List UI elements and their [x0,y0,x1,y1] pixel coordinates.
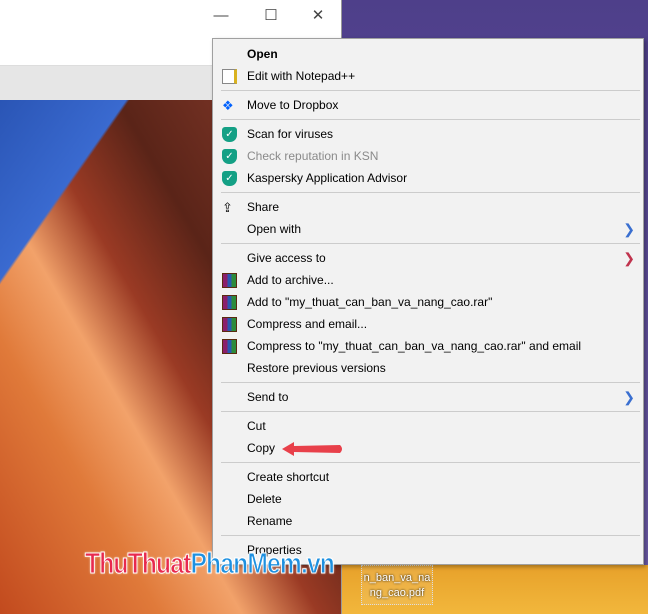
menu-item-label: Delete [247,492,282,506]
watermark-logo: ThuThuatPhanMem.vn [85,548,336,581]
menu-separator [221,192,640,193]
menu-separator [221,119,640,120]
menu-item-label: Share [247,200,280,214]
menu-item-create-shortcut[interactable]: Create shortcut [213,466,643,488]
menu-item-label: Check reputation in KSN [247,149,379,163]
menu-item-delete[interactable]: Delete [213,488,643,510]
context-menu: Open Edit with Notepad++ ❖ Move to Dropbox ✓… [212,38,644,565]
menu-item-add-to-archive[interactable]: Add to archive... [213,269,643,291]
menu-item-label: Create shortcut [247,470,330,484]
desktop-file-icon[interactable]: n_ban_va_na ng_cao.pdf [361,565,433,605]
minimize-button[interactable]: — [206,4,236,28]
menu-item-label: Kaspersky Application Advisor [247,171,408,185]
menu-item-rename[interactable]: Rename [213,510,643,532]
menu-item-share[interactable]: ⇪ Share [213,196,643,218]
chevron-right-icon: ❯ [623,221,635,237]
menu-item-open-with[interactable]: Open with ❯ [213,218,643,240]
menu-item-label: Compress and email... [247,317,368,331]
menu-item-open[interactable]: Open [213,43,643,65]
menu-item-label: Send to [247,390,289,404]
watermark-part1: ThuThuat [85,548,192,581]
watermark-part3: .vn [300,548,336,581]
menu-item-copy[interactable]: Copy [213,437,643,459]
menu-item-label: Edit with Notepad++ [247,69,356,83]
menu-item-check-reputation-in-ksn[interactable]: ✓ Check reputation in KSN [213,145,643,167]
close-button[interactable]: ✕ [303,4,333,28]
menu-item-send-to[interactable]: Send to ❯ [213,386,643,408]
kaspersky-shield-icon: ✓ [222,127,237,142]
file-name-line2: ng_cao.pdf [369,587,425,599]
notepad-icon [222,69,237,84]
menu-separator [221,462,640,463]
title-bar: — ☐ ✕ [0,0,341,32]
file-name-line1: n_ban_va_na [363,572,431,584]
chevron-right-icon: ❯ [623,250,635,266]
menu-item-label: Move to Dropbox [247,98,339,112]
menu-item-label: Give access to [247,251,326,265]
maximize-button[interactable]: ☐ [256,4,286,28]
winrar-icon [222,339,237,354]
menu-item-label: Rename [247,514,293,528]
kaspersky-shield-icon: ✓ [222,149,237,164]
menu-item-kaspersky-application-advisor[interactable]: ✓ Kaspersky Application Advisor [213,167,643,189]
menu-item-label: Copy [247,441,276,455]
dropbox-icon: ❖ [222,98,234,113]
share-icon: ⇪ [222,200,233,215]
menu-item-restore-previous-versions[interactable]: Restore previous versions [213,357,643,379]
winrar-icon [222,317,237,332]
menu-item-label: Open with [247,222,302,236]
menu-separator [221,535,640,536]
menu-item-label: Scan for viruses [247,127,334,141]
menu-separator [221,411,640,412]
menu-item-move-to-dropbox[interactable]: ❖ Move to Dropbox [213,94,643,116]
winrar-icon [222,273,237,288]
menu-separator [221,90,640,91]
menu-item-label: Open [247,47,278,61]
chevron-right-icon: ❯ [623,389,635,405]
menu-item-cut[interactable]: Cut [213,415,643,437]
menu-item-edit-with-notepad[interactable]: Edit with Notepad++ [213,65,643,87]
menu-separator [221,382,640,383]
red-arrow-annotation [282,442,342,456]
kaspersky-shield-icon: ✓ [222,171,237,186]
menu-item-add-to-my-thuat-can-ban-va-nang-cao-rar[interactable]: Add to "my_thuat_can_ban_va_nang_cao.rar… [213,291,643,313]
winrar-icon [222,295,237,310]
menu-item-label: Compress to "my_thuat_can_ban_va_nang_ca… [247,339,582,353]
menu-item-label: Add to "my_thuat_can_ban_va_nang_cao.rar… [247,295,493,309]
menu-item-label: Add to archive... [247,273,334,287]
menu-item-scan-for-viruses[interactable]: ✓ Scan for viruses [213,123,643,145]
menu-item-label: Restore previous versions [247,361,386,375]
menu-item-label: Cut [247,419,266,433]
menu-item-give-access-to[interactable]: Give access to ❯ [213,247,643,269]
menu-item-compress-and-email[interactable]: Compress and email... [213,313,643,335]
menu-item-compress-to-my-thuat-can-ban-va-nang-cao-rar-and-email[interactable]: Compress to "my_thuat_can_ban_va_nang_ca… [213,335,643,357]
menu-separator [221,243,640,244]
watermark-part2: PhanMem [190,548,302,581]
